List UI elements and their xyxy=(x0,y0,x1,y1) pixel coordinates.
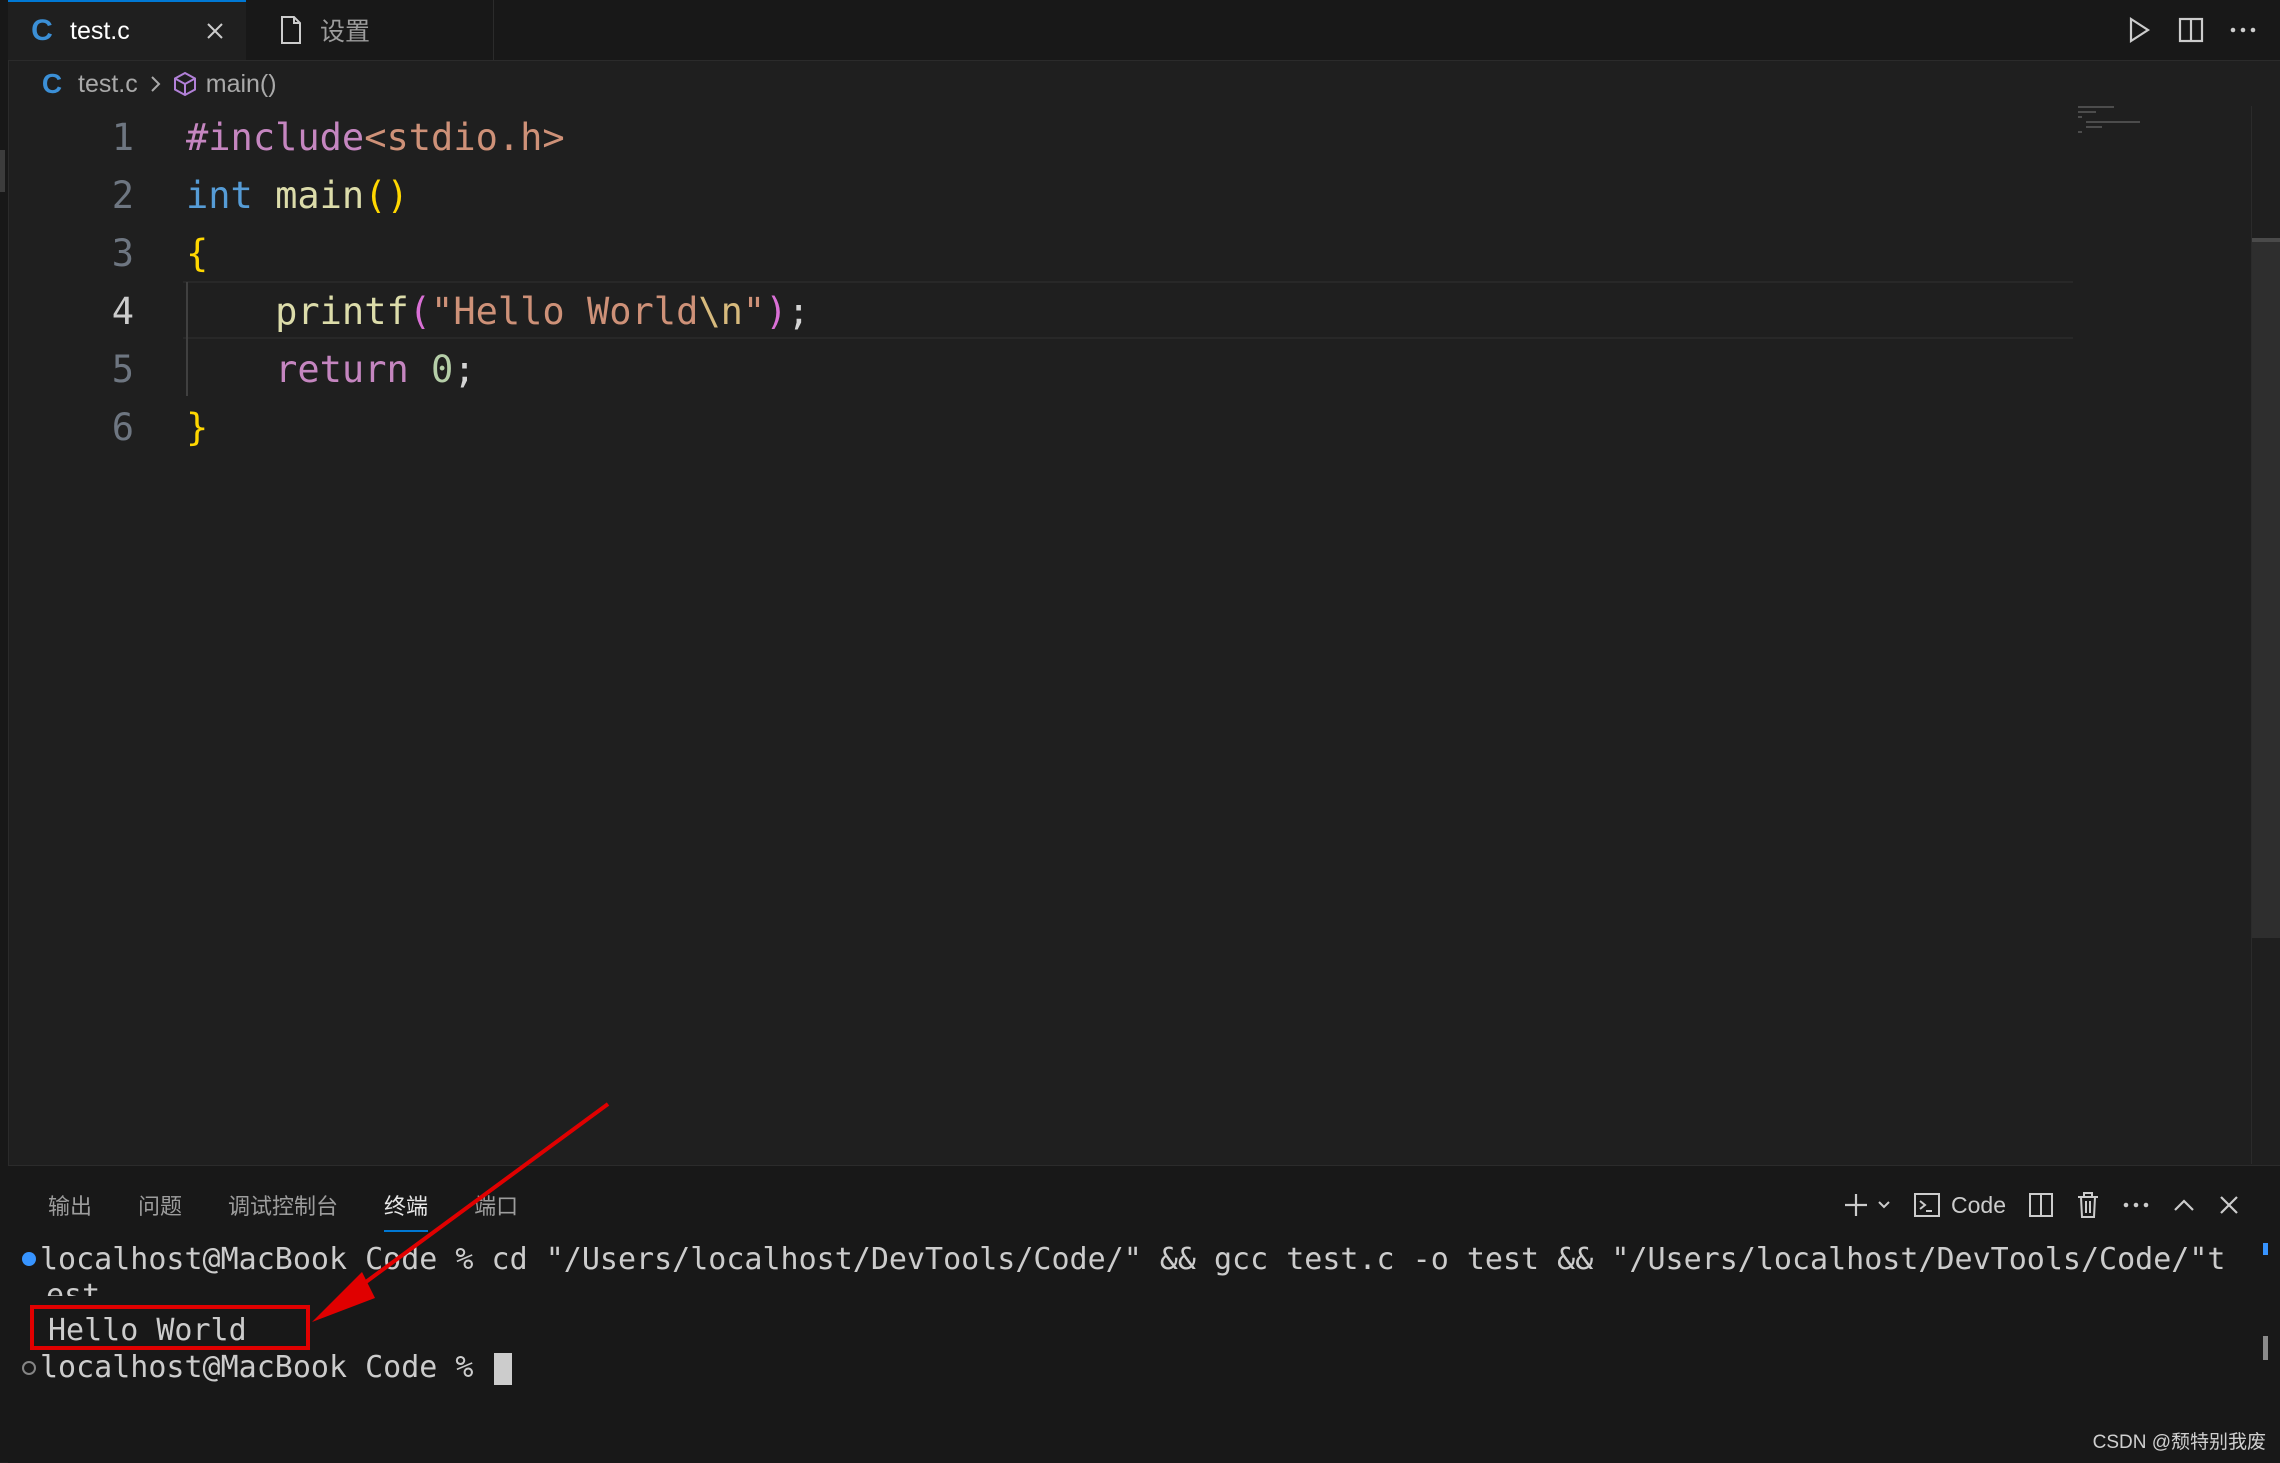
terminal-scroll-marker xyxy=(2263,1243,2268,1255)
current-line-highlight xyxy=(183,281,2073,339)
watermark: CSDN @颓特别我废 xyxy=(2092,1432,2266,1453)
close-icon[interactable] xyxy=(198,14,232,48)
terminal-cursor xyxy=(493,1352,512,1385)
symbol-method-icon xyxy=(172,71,198,97)
c-file-icon: C xyxy=(31,14,53,47)
minimap[interactable] xyxy=(2078,106,2140,136)
close-panel-icon[interactable] xyxy=(2218,1194,2240,1216)
line-text: int main() xyxy=(186,174,409,217)
terminal-command-line: localhost@MacBook Code % cd "/Users/loca… xyxy=(40,1242,2226,1277)
code-line[interactable]: 1 #include<stdio.h> xyxy=(8,108,2078,166)
code-line[interactable]: 2 int main() xyxy=(8,166,2078,224)
line-number: 3 xyxy=(111,231,134,275)
code-token: return xyxy=(275,347,409,391)
code-token: ; xyxy=(453,347,476,391)
line-number: 5 xyxy=(111,347,134,391)
maximize-panel-icon[interactable] xyxy=(2172,1197,2196,1213)
new-terminal-icon[interactable] xyxy=(1843,1192,1891,1218)
breadcrumb-symbol[interactable]: main() xyxy=(206,70,277,99)
command-placeholder-icon xyxy=(22,1361,36,1375)
line-text: return 0; xyxy=(186,348,476,391)
split-editor-icon[interactable] xyxy=(2174,13,2208,47)
scrollbar-thumb[interactable] xyxy=(2252,242,2280,938)
code-line[interactable]: 6} xyxy=(8,398,2078,456)
editor-tab-bar: C test.c 设置 xyxy=(8,0,2280,61)
tab-debug-console[interactable]: 调试控制台 xyxy=(228,1176,338,1234)
code-token: { xyxy=(186,231,209,275)
tab-label: test.c xyxy=(70,16,130,45)
annotation-highlight-box xyxy=(30,1305,310,1350)
split-terminal-icon[interactable] xyxy=(2028,1192,2054,1218)
panel-actions: Code xyxy=(1843,1184,2240,1226)
tab-output[interactable]: 输出 xyxy=(48,1176,92,1234)
code-token: #include xyxy=(186,115,365,159)
terminal-scrollbar-thumb[interactable] xyxy=(2263,1336,2268,1360)
line-text: #include<stdio.h> xyxy=(186,116,565,159)
code-line[interactable]: 3{ xyxy=(8,224,2078,282)
trash-icon[interactable] xyxy=(2076,1191,2100,1219)
indent-guide xyxy=(186,282,188,396)
code-token: <stdio.h> xyxy=(364,115,565,159)
terminal-icon xyxy=(1914,1193,1941,1217)
more-actions-icon[interactable] xyxy=(2226,13,2260,47)
line-number: 4 xyxy=(111,289,134,333)
panel-tabs: 输出 问题 调试控制台 终端 端口 xyxy=(48,1176,564,1234)
c-file-icon: C xyxy=(41,68,63,99)
more-actions-icon[interactable] xyxy=(2122,1201,2150,1209)
code-token: } xyxy=(186,405,209,449)
code-token: int xyxy=(186,173,253,217)
code-token: 0 xyxy=(431,347,454,391)
terminal-prompt: localhost@MacBook Code % xyxy=(40,1350,492,1385)
line-text: { xyxy=(186,232,208,275)
tab-ports[interactable]: 端口 xyxy=(474,1176,518,1234)
breadcrumb-file[interactable]: test.c xyxy=(78,70,138,99)
bottom-panel: 输出 问题 调试控制台 终端 端口 Code xyxy=(8,1165,2280,1463)
code-token: main xyxy=(275,173,365,217)
file-icon xyxy=(280,16,304,44)
code-editor[interactable]: 1 #include<stdio.h> 2 int main() 3{4 printf(… xyxy=(8,108,2248,1164)
terminal-name: Code xyxy=(1951,1191,2006,1218)
editor-actions xyxy=(2122,8,2260,52)
tab-test-c[interactable]: C test.c xyxy=(8,0,246,60)
chevron-right-icon xyxy=(148,73,162,95)
tab-label: 设置 xyxy=(320,18,371,46)
line-text: } xyxy=(186,406,208,449)
line-number: 1 xyxy=(111,115,134,159)
tab-terminal[interactable]: 终端 xyxy=(384,1176,429,1234)
code-token: () xyxy=(364,173,409,217)
code-line[interactable]: 5 return 0; xyxy=(8,340,2078,398)
tab-settings[interactable]: 设置 xyxy=(246,0,494,60)
line-number: 2 xyxy=(111,173,134,217)
line-number: 6 xyxy=(111,405,134,449)
terminal-command-wrap: est xyxy=(46,1278,101,1296)
terminal-selector[interactable]: Code xyxy=(1913,1192,2006,1219)
activity-bar-marker xyxy=(0,150,5,192)
terminal-prompt-line[interactable]: localhost@MacBook Code % xyxy=(40,1350,512,1386)
command-success-icon[interactable] xyxy=(22,1252,36,1266)
tab-problems[interactable]: 问题 xyxy=(138,1176,182,1234)
breadcrumb: C test.c main() xyxy=(40,62,277,106)
run-icon[interactable] xyxy=(2122,13,2156,47)
